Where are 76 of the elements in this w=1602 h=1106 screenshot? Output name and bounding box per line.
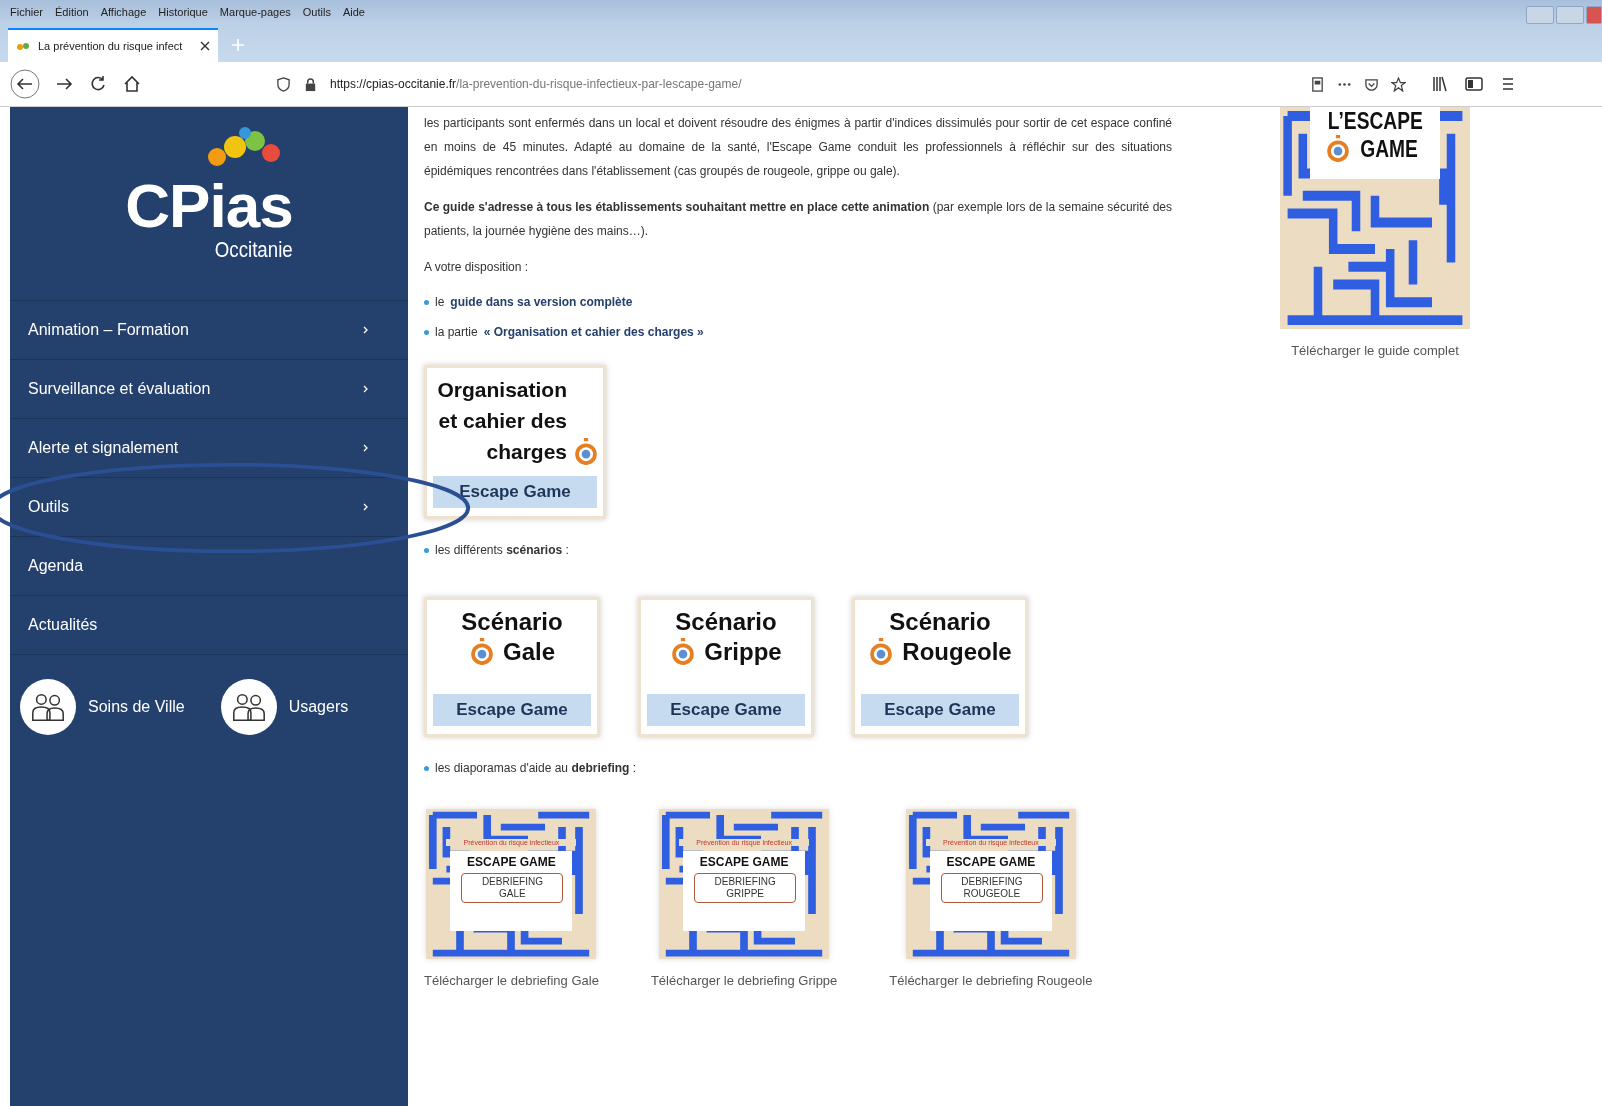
- paragraph: A votre disposition :: [424, 259, 530, 276]
- sidebar-item[interactable]: Alerte et signalement: [10, 418, 408, 477]
- scenario-card[interactable]: Scénario Gale Escape Game: [424, 597, 600, 737]
- card-band: Escape Game: [433, 694, 591, 726]
- thumbnail-title: ESCAPE GAME: [945, 855, 1037, 869]
- card-title: Scénario: [888, 608, 992, 636]
- download-link[interactable]: Télécharger le guide complet: [1291, 343, 1459, 358]
- card-title: Scénario: [674, 608, 778, 636]
- stopwatch-icon: [670, 638, 697, 666]
- thumbnail-title: ESCAPE GAME: [698, 855, 790, 869]
- stopwatch-icon: [469, 638, 495, 666]
- back-icon[interactable]: [10, 69, 40, 99]
- card-subtitle: Grippe: [704, 638, 782, 666]
- sidebar-item[interactable]: Actualités: [10, 595, 408, 654]
- card-band: Escape Game: [861, 694, 1019, 726]
- logo-text[interactable]: CPias: [125, 174, 293, 237]
- audience-link[interactable]: Usagers: [220, 679, 349, 735]
- scenario-card[interactable]: Scénario Grippe Escape Game: [638, 597, 814, 737]
- card-title: Organisation et cahier des charges: [436, 377, 567, 465]
- menu-item[interactable]: Outils: [302, 6, 331, 18]
- guide-cover[interactable]: L’ESCAPE GAME: [1280, 107, 1470, 329]
- sidebar-item[interactable]: Agenda: [10, 536, 408, 595]
- stopwatch-icon: [868, 638, 895, 666]
- card-title: Scénario: [460, 608, 564, 636]
- reader-icon[interactable]: [1310, 76, 1325, 92]
- shield-icon: [276, 76, 291, 92]
- sidebar-item[interactable]: Animation – Formation: [10, 300, 408, 359]
- stopwatch-icon: [573, 438, 599, 466]
- audience-link[interactable]: Soins de Ville: [20, 679, 185, 735]
- list-text: le: [435, 295, 445, 309]
- menu-item[interactable]: Affichage: [100, 6, 147, 18]
- stopwatch-icon: [1325, 135, 1351, 163]
- paragraph: Ce guide s'adresse à tous les établissements souhaitant mettre en place cette animation (par exemple lors de la semaine sécurité des patients, la journée hygiène des mains…).: [424, 199, 1172, 240]
- list-text: la partie: [435, 325, 478, 339]
- sidebar-icon[interactable]: [1464, 74, 1484, 94]
- card-subtitle: Rougeole: [902, 638, 1012, 666]
- guide-card[interactable]: Organisation et cahier des charges Escape Game: [424, 365, 606, 519]
- card-band: Escape Game: [433, 476, 597, 508]
- star-icon[interactable]: [1391, 76, 1406, 92]
- list-text: les différents scénarios :: [435, 543, 569, 557]
- menu-item[interactable]: Marque-pages: [219, 6, 291, 18]
- bullet-icon: [424, 765, 429, 771]
- bullet-icon: [424, 547, 429, 553]
- logo-subtitle: Occitanie: [215, 236, 293, 263]
- card-band: Escape Game: [647, 694, 805, 726]
- cover-title: L’ESCAPE GAME: [1310, 107, 1440, 179]
- thumbnail-badge: DEBRIEFING GRIPPE: [694, 873, 797, 903]
- scenario-card[interactable]: Scénario Rougeole Escape Game: [852, 597, 1028, 737]
- paragraph: les participants sont enfermés dans un local et doivent résoudre des énigmes à partir d'indices dissimulés pour sortir de cet espace confiné en moins de 45 minutes. Adapté au domaine de la santé, l'Escape Game conduit les professionnels à réfléchir sur des situations épidémiques rencontrées dans l'établissement (cas groupés de rougeole, grippe ou gale).: [424, 115, 1172, 180]
- tab-title: La prévention du risque infect: [38, 40, 183, 52]
- bullet-icon: [424, 329, 429, 335]
- bullet-icon: [424, 299, 429, 305]
- card-subtitle: Gale: [503, 638, 555, 666]
- download-link[interactable]: Télécharger le debriefing Rougeole: [889, 973, 1093, 988]
- lock-icon: [303, 76, 318, 92]
- thumbnail-badge: DEBRIEFING ROUGEOLE: [940, 873, 1043, 903]
- thumbnail-title: ESCAPE GAME: [466, 855, 557, 869]
- url-text: https://cpias-occitanie.fr/la-prevention-du-risque-infectieux-par-lescape-game/: [330, 77, 742, 91]
- list-text: les diaporamas d'aide au debriefing :: [435, 761, 637, 775]
- download-link[interactable]: Télécharger le debriefing Grippe: [650, 973, 838, 988]
- browser-tab[interactable]: La prévention du risque infect: [8, 28, 218, 62]
- thumbnail-badge: DEBRIEFING GALE: [461, 873, 564, 903]
- sidebar-item[interactable]: Outils: [10, 477, 408, 536]
- menu-item[interactable]: Aide: [342, 6, 365, 18]
- link[interactable]: « Organisation et cahier des charges »: [483, 325, 704, 339]
- menu-item[interactable]: Fichier: [10, 6, 43, 18]
- pocket-icon[interactable]: [1364, 76, 1379, 92]
- address-bar[interactable]: https://cpias-occitanie.fr/la-prevention-du-risque-infectieux-par-lescape-game/: [266, 68, 1416, 100]
- link[interactable]: guide dans sa version complète: [450, 295, 633, 309]
- sidebar-item[interactable]: Surveillance et évaluation: [10, 359, 408, 418]
- library-icon[interactable]: [1430, 74, 1450, 94]
- menu-item[interactable]: Édition: [55, 6, 89, 18]
- menu-item[interactable]: Historique: [158, 6, 208, 18]
- home-icon[interactable]: [122, 74, 142, 94]
- download-link[interactable]: Télécharger le debriefing Gale: [424, 973, 599, 988]
- close-icon[interactable]: [200, 41, 210, 51]
